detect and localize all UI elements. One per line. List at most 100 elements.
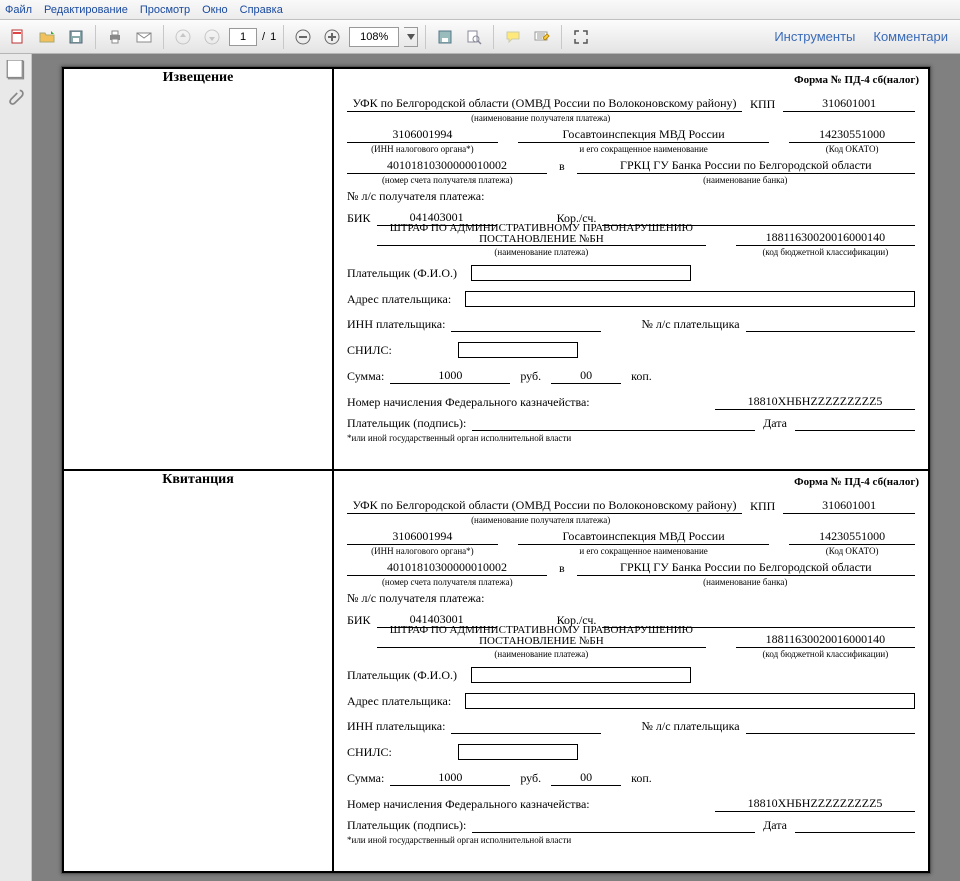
zoom-out-icon[interactable] — [291, 25, 315, 49]
ls-recipient-label: № л/с получателя платежа: — [347, 189, 490, 204]
inn-caption: (ИНН налогового органа*) — [347, 546, 498, 556]
payment-name-value: ШТРАФ ПО АДМИНИСТРАТИВНОМУ ПРАВОНАРУШЕНИ… — [377, 223, 706, 246]
page-down-icon[interactable] — [200, 25, 224, 49]
payer-ls-value — [746, 318, 915, 332]
zoom-dropdown-icon[interactable] — [404, 27, 418, 47]
sum-rub-value: 1000 — [390, 368, 510, 384]
bank-value: ГРКЦ ГУ Банка России по Белгородской обл… — [577, 560, 915, 576]
payer-sign-value — [472, 819, 755, 833]
treasury-value: 18810ХНБНZZZZZZZZZ5 — [715, 394, 915, 410]
bik-label: БИК — [347, 211, 377, 226]
email-icon[interactable] — [132, 25, 156, 49]
payer-fio-label: Плательщик (Ф.И.О.) — [347, 266, 463, 281]
kbk-caption: (код бюджетной классификации) — [736, 649, 915, 659]
bank-value: ГРКЦ ГУ Банка России по Белгородской обл… — [577, 158, 915, 174]
fullscreen-icon[interactable] — [569, 25, 593, 49]
account-value: 40101810300000010002 — [347, 560, 547, 576]
kop-label: коп. — [621, 771, 658, 786]
okato-caption: (Код ОКАТО) — [789, 546, 915, 556]
date-value — [795, 819, 915, 833]
menu-help[interactable]: Справка — [240, 4, 283, 16]
kpp-value: 310601001 — [783, 498, 915, 514]
find-icon[interactable] — [462, 25, 486, 49]
menu-edit[interactable]: Редактирование — [44, 4, 128, 16]
payer-fio-label: Плательщик (Ф.И.О.) — [347, 668, 463, 683]
kbk-value: 18811630020016000140 — [736, 632, 915, 648]
bank-caption: (наименование банка) — [576, 577, 915, 587]
payer-addr-label: Адрес плательщика: — [347, 292, 457, 307]
in-label: в — [547, 159, 577, 174]
kbk-caption: (код бюджетной классификации) — [736, 247, 915, 257]
kpp-label: КПП — [742, 97, 783, 112]
bank-caption: (наименование банка) — [576, 175, 915, 185]
payer-sign-label: Плательщик (подпись): — [347, 818, 472, 833]
recipient-field: УФК по Белгородской области (ОМВД России… — [347, 96, 742, 112]
payer-fio-box — [471, 265, 691, 281]
comments-link[interactable]: Комментари — [873, 29, 948, 44]
treasury-value: 18810ХНБНZZZZZZZZZ5 — [715, 796, 915, 812]
sidebar — [0, 54, 32, 881]
sum-kop-value: 00 — [551, 770, 621, 786]
inn-value: 3106001994 — [347, 529, 498, 545]
okato-value: 14230551000 — [789, 127, 915, 143]
ls-recipient-label: № л/с получателя платежа: — [347, 591, 490, 606]
recipient-caption: (наименование получателя платежа) — [347, 515, 734, 525]
zoom-field[interactable]: 108% — [349, 27, 399, 47]
snils-box — [458, 342, 578, 358]
print-icon[interactable] — [103, 25, 127, 49]
payer-sign-value — [472, 417, 755, 431]
pdf-icon[interactable] — [6, 25, 30, 49]
org-caption: и его сокращенное наименование — [518, 144, 769, 154]
highlight-icon[interactable] — [530, 25, 554, 49]
thumbnails-icon[interactable] — [6, 60, 26, 80]
tools-link[interactable]: Инструменты — [774, 29, 855, 44]
menubar: Файл Редактирование Просмотр Окно Справк… — [0, 0, 960, 20]
save-icon[interactable] — [64, 25, 88, 49]
payment-name-caption: (наименование платежа) — [377, 247, 706, 257]
snils-box — [458, 744, 578, 760]
kpp-label: КПП — [742, 499, 783, 514]
payer-inn-value — [451, 318, 601, 332]
payer-addr-label: Адрес плательщика: — [347, 694, 457, 709]
org-value: Госавтоинспекция МВД России — [518, 127, 769, 143]
rub-label: руб. — [510, 771, 551, 786]
rub-label: руб. — [510, 369, 551, 384]
recipient-field: УФК по Белгородской области (ОМВД России… — [347, 498, 742, 514]
attachments-icon[interactable] — [6, 88, 26, 108]
snils-label: СНИЛС: — [347, 745, 398, 760]
payment-name-caption: (наименование платежа) — [377, 649, 706, 659]
okato-value: 14230551000 — [789, 529, 915, 545]
sum-rub-value: 1000 — [390, 770, 510, 786]
snils-label: СНИЛС: — [347, 343, 398, 358]
toolbar: / 1 108% Инструменты Комментари — [0, 20, 960, 54]
payer-ls-value — [746, 720, 915, 734]
date-value — [795, 417, 915, 431]
sum-label: Сумма: — [347, 771, 390, 786]
footnote: *или иной государственный орган исполнит… — [347, 835, 915, 845]
account-value: 40101810300000010002 — [347, 158, 547, 174]
open-icon[interactable] — [35, 25, 59, 49]
treasury-label: Номер начисления Федерального казначейст… — [347, 797, 596, 812]
payment-name-value: ШТРАФ ПО АДМИНИСТРАТИВНОМУ ПРАВОНАРУШЕНИ… — [377, 625, 706, 648]
form-header: Форма № ПД-4 сб(налог) — [335, 472, 927, 496]
in-label: в — [547, 561, 577, 576]
page-current-input[interactable] — [229, 28, 257, 46]
payer-fio-box — [471, 667, 691, 683]
menu-window[interactable]: Окно — [202, 4, 228, 16]
kpp-value: 310601001 — [783, 96, 915, 112]
save-copy-icon[interactable] — [433, 25, 457, 49]
payer-inn-label: ИНН плательщика: — [347, 719, 451, 734]
date-label: Дата — [755, 416, 795, 431]
page-total: 1 — [270, 31, 276, 43]
menu-file[interactable]: Файл — [5, 4, 32, 16]
document-canvas[interactable]: Извещение Форма № ПД-4 сб(налог) УФК по … — [32, 54, 960, 881]
account-caption: (номер счета получателя платежа) — [347, 175, 548, 185]
menu-view[interactable]: Просмотр — [140, 4, 190, 16]
page-up-icon[interactable] — [171, 25, 195, 49]
org-value: Госавтоинспекция МВД России — [518, 529, 769, 545]
zoom-in-icon[interactable] — [320, 25, 344, 49]
payer-addr-box — [465, 291, 915, 307]
payer-addr-box — [465, 693, 915, 709]
comment-icon[interactable] — [501, 25, 525, 49]
sum-kop-value: 00 — [551, 368, 621, 384]
